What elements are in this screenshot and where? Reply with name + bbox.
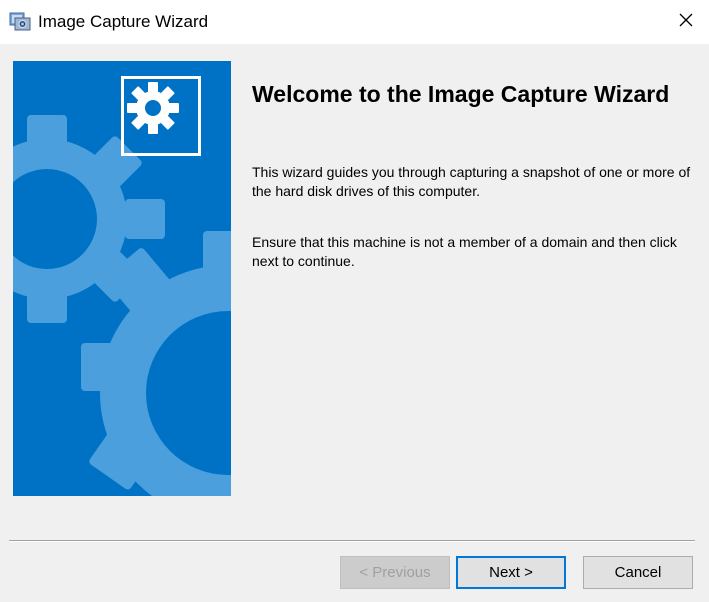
wizard-window: Image Capture Wizard Welcome to the Imag…: [0, 0, 709, 602]
wizard-instructions: Ensure that this machine is not a member…: [252, 234, 677, 269]
image-capture-app-icon: [9, 10, 31, 32]
close-button[interactable]: [663, 0, 709, 44]
cancel-button[interactable]: Cancel: [583, 556, 693, 589]
banner-badge: [121, 76, 201, 156]
wizard-banner: [13, 61, 231, 496]
title-bar[interactable]: Image Capture Wizard: [0, 0, 709, 44]
close-icon: [678, 12, 694, 33]
previous-button[interactable]: < Previous: [340, 556, 450, 589]
wizard-description: This wizard guides you through capturing…: [252, 164, 691, 199]
window-title: Image Capture Wizard: [38, 12, 209, 31]
wizard-heading: Welcome to the Image Capture Wizard: [252, 81, 670, 107]
footer-separator: [9, 540, 695, 542]
next-button[interactable]: Next >: [456, 556, 566, 589]
